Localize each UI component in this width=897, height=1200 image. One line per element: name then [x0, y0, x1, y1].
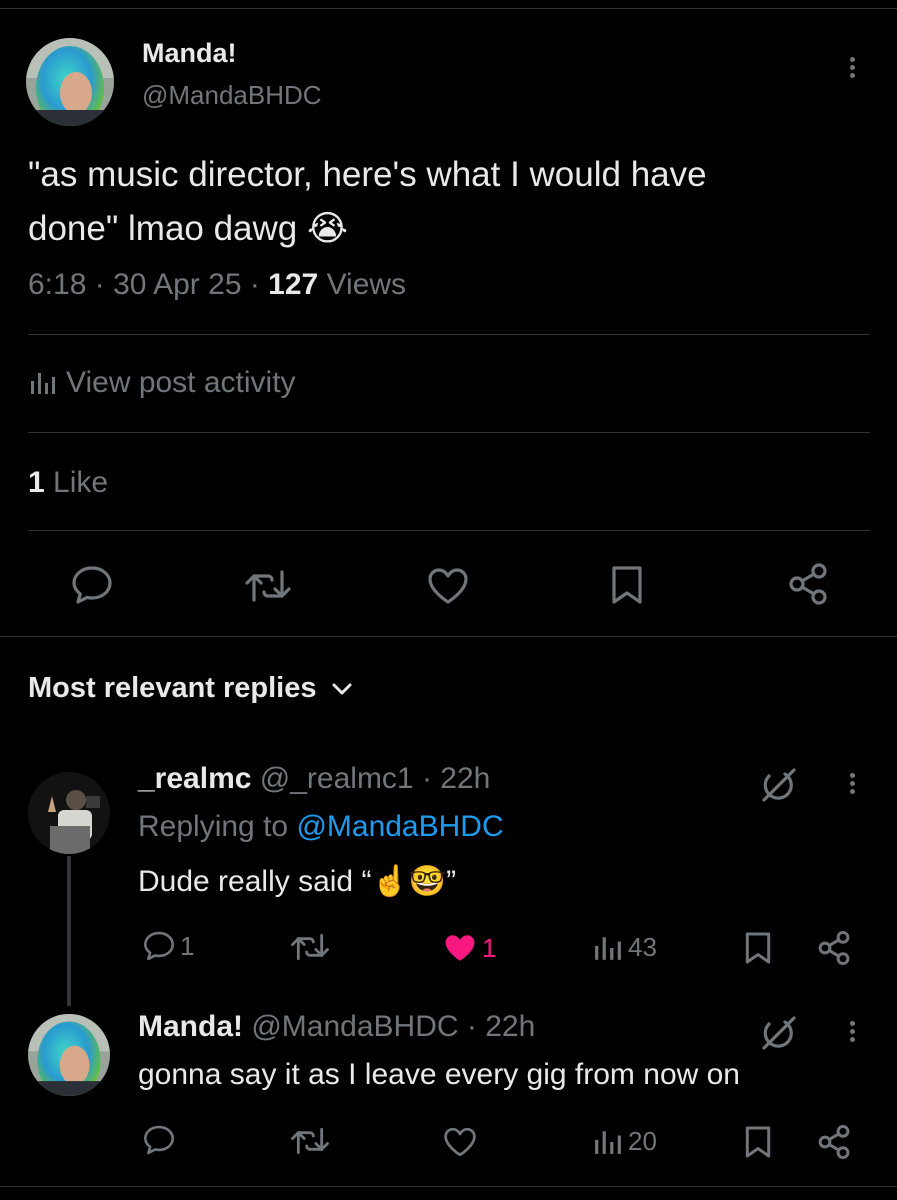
stats-icon [594, 934, 622, 962]
chevron-down-icon [331, 682, 353, 696]
crying-emoji: 😭 [307, 209, 348, 248]
reply-author-handle[interactable]: @_realmc1 [260, 762, 414, 795]
like-button[interactable]: 1 [442, 932, 496, 964]
author-handle[interactable]: @MandaBHDC [142, 80, 322, 111]
avatar[interactable] [28, 1014, 110, 1096]
view-count: 43 [628, 932, 657, 962]
retweet-icon[interactable] [290, 932, 330, 962]
section-divider [0, 636, 897, 637]
reply-header: _realmc @_realmc1 · 22h [138, 762, 491, 795]
views-count: 127 [268, 268, 319, 301]
likes-summary[interactable]: 1 Like [28, 466, 108, 500]
retweet-icon[interactable] [290, 1126, 330, 1156]
avatar[interactable] [28, 772, 110, 854]
view-activity-link[interactable]: View post activity [30, 366, 296, 400]
stats-icon [594, 1128, 622, 1156]
reply-author-name[interactable]: _realmc [138, 762, 251, 795]
share-icon[interactable] [816, 930, 852, 966]
like-icon [442, 932, 478, 964]
divider [28, 432, 870, 433]
reply-icon[interactable] [142, 1124, 176, 1156]
like-icon[interactable] [426, 566, 470, 606]
reply-age[interactable]: 22h [440, 762, 490, 795]
reply-author-name[interactable]: Manda! [138, 1010, 243, 1043]
post-text: "as music director, here's what I would … [28, 155, 707, 248]
like-icon[interactable] [442, 1126, 478, 1158]
top-divider [0, 8, 897, 9]
replying-to-link[interactable]: @MandaBHDC [296, 810, 503, 843]
bookmark-icon[interactable] [744, 1124, 772, 1160]
stats-icon [30, 371, 56, 395]
more-icon[interactable] [850, 1018, 855, 1045]
reply-text: gonna say it as I leave every gig from n… [138, 1058, 740, 1091]
post-meta: 6:18 · 30 Apr 25 · 127 Views [28, 268, 407, 301]
reply-icon [142, 930, 176, 962]
reply-author-handle[interactable]: @MandaBHDC [251, 1010, 458, 1043]
replying-to: Replying to @MandaBHDC [138, 810, 504, 843]
bookmark-icon[interactable] [610, 564, 644, 606]
views-button[interactable]: 43 [594, 932, 657, 963]
replies-header-label: Most relevant replies [28, 672, 317, 704]
likes-count: 1 [28, 466, 45, 499]
avatar[interactable] [26, 38, 114, 126]
views-label: Views [326, 268, 407, 301]
reply-icon[interactable] [70, 564, 114, 606]
view-count: 20 [628, 1126, 657, 1156]
post-date: 30 Apr 25 [113, 268, 242, 301]
grok-icon[interactable] [758, 768, 798, 804]
like-count: 1 [482, 932, 497, 963]
thread-line [67, 856, 71, 1006]
replies-sort-button[interactable]: Most relevant replies [28, 672, 353, 705]
more-icon[interactable] [850, 770, 855, 797]
retweet-icon[interactable] [244, 568, 292, 604]
views-button[interactable]: 20 [594, 1126, 657, 1157]
reply-text: Dude really said “☝️🤓” [138, 865, 457, 898]
bottom-divider [0, 1186, 897, 1187]
share-icon[interactable] [816, 1124, 852, 1160]
grok-icon[interactable] [758, 1016, 798, 1052]
share-icon[interactable] [786, 562, 830, 606]
reply-count: 1 [180, 930, 195, 961]
divider [28, 530, 870, 531]
more-icon[interactable] [850, 54, 855, 81]
emoji: ☝️🤓 [371, 865, 447, 898]
post-time: 6:18 [28, 268, 87, 301]
bookmark-icon[interactable] [744, 930, 772, 966]
divider [28, 334, 870, 335]
reply-button[interactable]: 1 [142, 930, 194, 962]
author-name[interactable]: Manda! [142, 38, 237, 69]
reply-header: Manda! @MandaBHDC · 22h [138, 1010, 536, 1043]
likes-label: Like [53, 466, 109, 499]
view-activity-label: View post activity [66, 366, 296, 399]
reply-age[interactable]: 22h [485, 1010, 535, 1043]
